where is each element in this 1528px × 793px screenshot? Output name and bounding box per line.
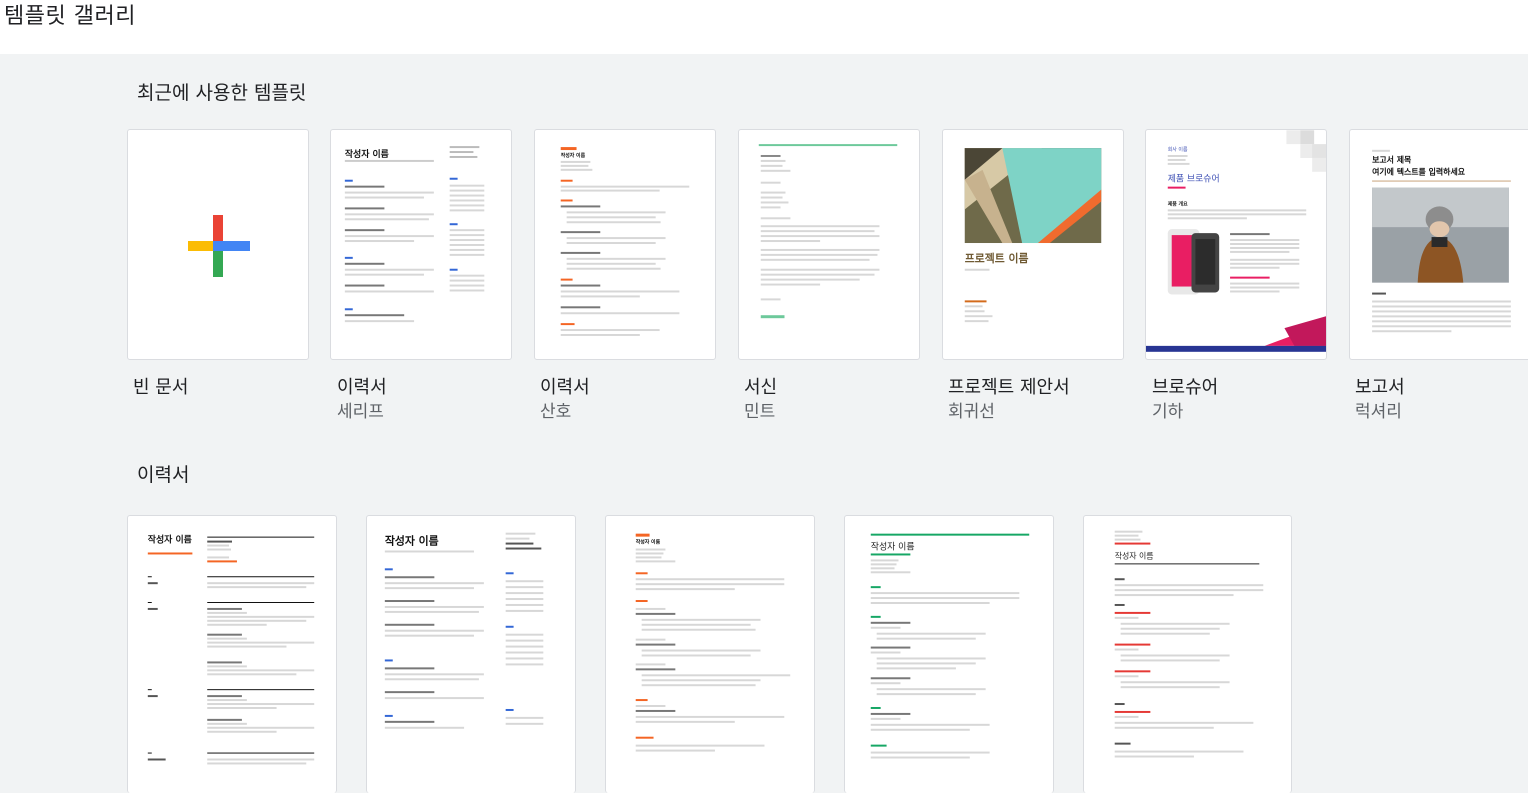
thumb-title: 보고서 제목 <box>1372 155 1412 165</box>
thumb-company: 회사 이름 <box>1168 146 1188 153</box>
template-card-resume-serif[interactable]: 작성자 이름 <box>330 129 512 360</box>
thumb-title: 제품 브로슈어 <box>1168 174 1220 185</box>
resume-3-preview: 작성자 이름 <box>635 533 791 752</box>
resume-2-preview: 작성자 이름 <box>384 532 544 729</box>
template-card-resume-2[interactable]: 작성자 이름 <box>366 515 576 793</box>
resume-5-preview: 작성자 이름 <box>1114 530 1264 758</box>
thumb-name: 작성자 이름 <box>148 534 192 546</box>
template-name-resume-serif: 이력서 <box>337 377 387 398</box>
template-card-project-proposal[interactable]: 프로젝트 이름 <box>942 129 1124 360</box>
template-name-resume-coral: 이력서 <box>540 377 590 398</box>
template-card-blank[interactable] <box>127 129 309 360</box>
page-title: 템플릿 갤러리 <box>4 4 136 29</box>
template-card-letter-mint[interactable] <box>738 129 920 360</box>
template-card-resume-1[interactable]: 작성자 이름 <box>127 515 337 793</box>
thumb-name: 작성자 이름 <box>871 542 915 553</box>
template-name-blank: 빈 문서 <box>133 377 189 398</box>
template-sub-resume-serif: 세리프 <box>337 402 384 422</box>
template-sub-brochure: 기하 <box>1152 402 1184 422</box>
thumb-title: 프로젝트 이름 <box>965 251 1029 265</box>
resume-coral-preview: 작성자 이름 <box>560 147 690 336</box>
template-name-project-proposal: 프로젝트 제안서 <box>948 377 1070 398</box>
thumb-name: 작성자 이름 <box>345 148 389 160</box>
template-name-letter-mint: 서신 <box>744 377 778 398</box>
report-preview: 보고서 제목 여기에 텍스트를 입력하세요 <box>1372 149 1511 333</box>
resume-serif-preview: 작성자 이름 <box>344 146 485 323</box>
thumb-name: 작성자 이름 <box>636 539 661 546</box>
template-sub-resume-coral: 산호 <box>540 402 572 422</box>
template-card-resume-5[interactable]: 작성자 이름 <box>1083 515 1292 793</box>
thumb-name: 작성자 이름 <box>385 534 439 548</box>
template-sub-project-proposal: 회귀선 <box>948 402 995 422</box>
template-sub-report: 럭셔리 <box>1355 402 1402 422</box>
project-proposal-preview: 프로젝트 이름 <box>964 148 1102 323</box>
template-card-resume-3[interactable]: 작성자 이름 <box>605 515 815 793</box>
top-bar: 템플릿 갤러리 <box>0 0 1528 54</box>
thumb-name: 작성자 이름 <box>1115 550 1154 560</box>
thumb-name: 작성자 이름 <box>561 152 586 159</box>
plus-icon <box>188 215 250 277</box>
template-sub-letter-mint: 민트 <box>744 402 776 422</box>
thumb-sub: 여기에 텍스트를 입력하세요 <box>1372 167 1466 177</box>
letter-mint-preview <box>758 144 898 319</box>
section-title-recent: 최근에 사용한 템플릿 <box>137 82 307 104</box>
template-name-report: 보고서 <box>1355 377 1405 398</box>
resume-4-preview: 작성자 이름 <box>870 533 1030 759</box>
template-card-resume-4[interactable]: 작성자 이름 <box>844 515 1054 793</box>
template-card-resume-coral[interactable]: 작성자 이름 <box>534 129 716 360</box>
section-title-resume: 이력서 <box>137 464 190 486</box>
template-card-brochure[interactable]: 회사 이름 제품 브로슈어 제품 개요 <box>1145 129 1327 360</box>
resume-1-preview: 작성자 이름 <box>147 534 315 765</box>
template-name-brochure: 브로슈어 <box>1152 377 1219 398</box>
brochure-preview: 회사 이름 제품 브로슈어 제품 개요 <box>1146 130 1326 352</box>
thumb-sub: 제품 개요 <box>1168 200 1188 207</box>
template-card-report[interactable]: 보고서 제목 여기에 텍스트를 입력하세요 <box>1349 129 1528 360</box>
